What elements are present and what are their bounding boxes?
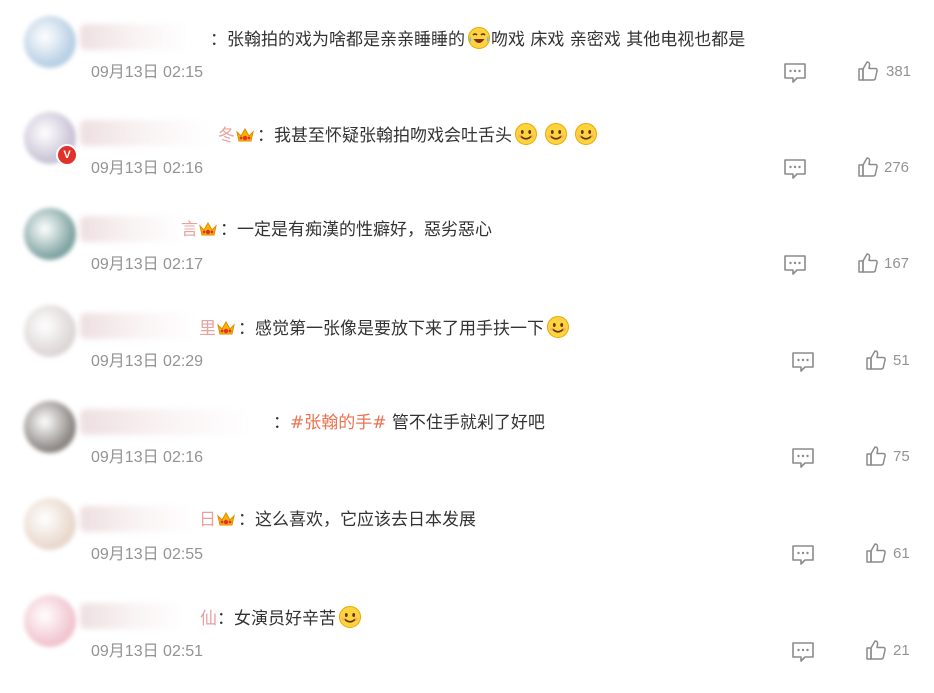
- like-count: 21: [893, 642, 910, 659]
- avatar[interactable]: [24, 208, 76, 260]
- crown-badge-icon: [235, 126, 255, 144]
- thumbs-up-icon[interactable]: [865, 445, 887, 467]
- thumbs-up-icon[interactable]: [865, 542, 887, 564]
- verified-badge-icon: V: [56, 144, 78, 166]
- username-tail[interactable]: 言: [181, 220, 198, 240]
- comment-body: 一定是有痴漢的性癖好，惡劣惡心: [237, 220, 492, 240]
- comment-body: 感觉第一张像是要放下来了用手扶一下: [255, 319, 544, 339]
- like-count: 51: [893, 352, 910, 369]
- comment-text-line: 仙：女演员好辛苦: [200, 605, 362, 631]
- comment-text-line: ：张翰拍的戏为啥都是亲亲睡睡的 吻戏 床戏 亲密戏 其他电视也都是: [210, 26, 745, 52]
- comment-text-line: ：#张翰的手# 管不住手就剁了好吧: [273, 411, 545, 435]
- comment-timestamp: 09月13日 02:29: [91, 353, 204, 370]
- comment-timestamp: 09月13日 02:17: [91, 256, 204, 273]
- username-tail[interactable]: 仙: [200, 609, 217, 629]
- username-blurred[interactable]: [80, 216, 185, 242]
- thumbs-up-icon[interactable]: [865, 639, 887, 661]
- like-count: 276: [884, 159, 910, 176]
- comment-separator: ：: [210, 30, 227, 50]
- comment-timestamp: 09月13日 02:16: [91, 449, 204, 466]
- thumbs-up-icon[interactable]: [857, 252, 879, 274]
- comment-item: 日 ：这么喜欢，它应该去日本发展 09月13日 02:55 61: [0, 498, 934, 596]
- comment-icon[interactable]: [791, 447, 815, 469]
- comment-item: V 冬 ：我甚至怀疑张翰拍吻戏会吐舌头 09月13日 02:16 276: [0, 112, 934, 210]
- comment-icon[interactable]: [791, 544, 815, 566]
- smile-emoji-icon: [338, 605, 362, 629]
- comment-text-line: 日 ：这么喜欢，它应该去日本发展: [199, 508, 476, 532]
- comment-separator: ：: [217, 609, 234, 629]
- comment-separator: ：: [257, 126, 274, 146]
- comment-text-line: 里 ：感觉第一张像是要放下来了用手扶一下: [199, 315, 570, 341]
- username-blurred[interactable]: [80, 506, 195, 532]
- like-count: 381: [886, 63, 912, 80]
- avatar[interactable]: [24, 305, 76, 357]
- comment-separator: ：: [238, 510, 255, 530]
- comment-body: 管不住手就剁了好吧: [391, 413, 545, 433]
- crown-badge-icon: [216, 319, 236, 337]
- username-blurred[interactable]: [80, 313, 195, 339]
- comment-timestamp: 09月13日 02:51: [91, 643, 204, 660]
- comment-timestamp: 09月13日 02:55: [91, 546, 204, 563]
- comment-icon[interactable]: [783, 254, 807, 276]
- comment-item: ：张翰拍的戏为啥都是亲亲睡睡的 吻戏 床戏 亲密戏 其他电视也都是 09月13日 0…: [0, 16, 934, 114]
- comment-item: ：#张翰的手# 管不住手就剁了好吧 09月13日 02:16 75: [0, 401, 934, 499]
- comment-body: 这么喜欢，它应该去日本发展: [255, 510, 476, 530]
- username-blurred[interactable]: [80, 24, 190, 50]
- comment-body: 我甚至怀疑张翰拍吻戏会吐舌头: [274, 126, 512, 146]
- crown-badge-icon: [216, 510, 236, 528]
- laugh-tears-icon: [467, 26, 491, 50]
- comment-timestamp: 09月13日 02:15: [91, 64, 204, 81]
- like-count: 75: [893, 448, 910, 465]
- comment-body-continued: 吻戏 床戏 亲密戏 其他电视也都是: [491, 30, 746, 50]
- like-count: 61: [893, 545, 910, 562]
- username-blurred[interactable]: [80, 603, 185, 629]
- topic-link[interactable]: #张翰的手#: [290, 413, 387, 433]
- comment-body: 张翰拍的戏为啥都是亲亲睡睡的: [227, 30, 465, 50]
- avatar[interactable]: [24, 16, 76, 68]
- like-count: 167: [884, 255, 910, 272]
- comment-text-line: 言 ：一定是有痴漢的性癖好，惡劣惡心: [181, 218, 492, 242]
- avatar[interactable]: [24, 401, 76, 453]
- comment-icon[interactable]: [791, 641, 815, 663]
- username-tail[interactable]: 冬: [218, 126, 235, 146]
- comment-text-line: 冬 ：我甚至怀疑张翰拍吻戏会吐舌头: [218, 122, 598, 148]
- comment-separator: ：: [273, 413, 290, 433]
- thumbs-up-icon[interactable]: [865, 349, 887, 371]
- comment-timestamp: 09月13日 02:16: [91, 160, 204, 177]
- smile-emoji-icon: [514, 122, 538, 146]
- comment-body: 女演员好辛苦: [234, 609, 336, 629]
- smile-emoji-icon: [546, 315, 570, 339]
- comment-icon[interactable]: [791, 351, 815, 373]
- crown-badge-icon: [198, 220, 218, 238]
- avatar[interactable]: [24, 498, 76, 550]
- comment-separator: ：: [220, 220, 237, 240]
- comment-icon[interactable]: [783, 158, 807, 180]
- thumbs-up-icon[interactable]: [857, 156, 879, 178]
- smile-emoji-icon: [544, 122, 568, 146]
- smile-emoji-icon: [574, 122, 598, 146]
- username-tail[interactable]: 里: [199, 319, 216, 339]
- username-tail[interactable]: 日: [199, 510, 216, 530]
- username-blurred[interactable]: [80, 409, 250, 435]
- avatar[interactable]: [24, 595, 76, 647]
- comment-item: 里 ：感觉第一张像是要放下来了用手扶一下 09月13日 02:29 51: [0, 305, 934, 403]
- comment-icon[interactable]: [783, 62, 807, 84]
- comment-item: 仙：女演员好辛苦 09月13日 02:51 21: [0, 595, 934, 693]
- comment-item: 言 ：一定是有痴漢的性癖好，惡劣惡心 09月13日 02:17 167: [0, 208, 934, 306]
- thumbs-up-icon[interactable]: [857, 60, 879, 82]
- comment-separator: ：: [238, 319, 255, 339]
- username-blurred[interactable]: [80, 120, 210, 146]
